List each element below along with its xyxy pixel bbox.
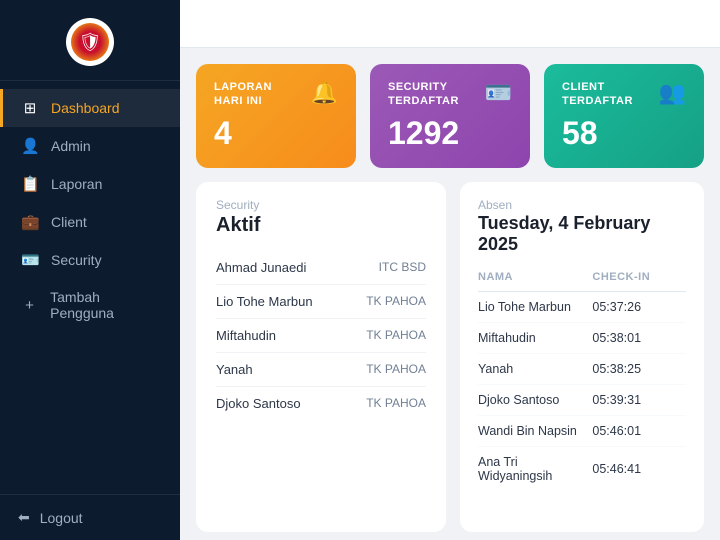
- security-location: ITC BSD: [379, 260, 426, 274]
- absen-table-row: Yanah 05:38:25: [478, 353, 686, 384]
- sidebar: 🛡 ⊞ Dashboard 👤 Admin 📋 Laporan 💼 Client…: [0, 0, 180, 540]
- stat-card-laporan: LAPORANHARI INI 🔔 4: [196, 64, 356, 168]
- sidebar-item-dashboard[interactable]: ⊞ Dashboard: [0, 89, 180, 127]
- tambah-pengguna-label: Tambah Pengguna: [50, 289, 162, 321]
- stat-cards: LAPORANHARI INI 🔔 4 SECURITYTERDAFTAR 🪪 …: [196, 64, 704, 168]
- security-name: Miftahudin: [216, 328, 276, 343]
- sidebar-footer: ⬅ Logout: [0, 494, 180, 540]
- content-area: LAPORANHARI INI 🔔 4 SECURITYTERDAFTAR 🪪 …: [180, 48, 720, 540]
- stat-card-header-security: SECURITYTERDAFTAR 🪪: [388, 80, 512, 109]
- absen-table-row: Lio Tohe Marbun 05:37:26: [478, 291, 686, 322]
- stat-card-label-laporan: LAPORANHARI INI: [214, 80, 272, 109]
- admin-label: Admin: [51, 138, 91, 154]
- security-name: Lio Tohe Marbun: [216, 294, 313, 309]
- absen-nama: Djoko Santoso: [478, 384, 592, 415]
- security-list-item: Djoko Santoso TK PAHOA: [216, 387, 426, 420]
- absen-table-row: Djoko Santoso 05:39:31: [478, 384, 686, 415]
- stat-card-label-client: CLIENTTERDAFTAR: [562, 80, 633, 109]
- security-name: Ahmad Junaedi: [216, 260, 306, 275]
- stat-card-security: SECURITYTERDAFTAR 🪪 1292: [370, 64, 530, 168]
- sidebar-item-admin[interactable]: 👤 Admin: [0, 127, 180, 165]
- col-nama-header: NAMA: [478, 267, 592, 292]
- stat-card-value-client: 58: [562, 115, 686, 152]
- client-icon: 💼: [21, 213, 39, 231]
- absen-checkin: 05:38:01: [592, 322, 686, 353]
- absen-date: Tuesday, 4 February 2025: [478, 213, 686, 255]
- sidebar-logo: 🛡: [0, 0, 180, 81]
- stat-card-header-client: CLIENTTERDAFTAR 👥: [562, 80, 686, 109]
- security-list: Ahmad Junaedi ITC BSD Lio Tohe Marbun TK…: [216, 251, 426, 420]
- logout-button[interactable]: ⬅ Logout: [18, 509, 162, 526]
- stat-card-value-security: 1292: [388, 115, 512, 152]
- admin-icon: 👤: [21, 137, 39, 155]
- stat-card-icon-security: 🪪: [485, 80, 512, 106]
- security-list-item: Ahmad Junaedi ITC BSD: [216, 251, 426, 285]
- security-panel: Security Aktif Ahmad Junaedi ITC BSD Lio…: [196, 182, 446, 532]
- absen-checkin: 05:46:41: [592, 446, 686, 491]
- absen-table-row: Wandi Bin Napsin 05:46:01: [478, 415, 686, 446]
- tambah-pengguna-icon: +: [21, 297, 38, 314]
- bottom-section: Security Aktif Ahmad Junaedi ITC BSD Lio…: [196, 182, 704, 532]
- security-name: Djoko Santoso: [216, 396, 301, 411]
- client-label: Client: [51, 214, 87, 230]
- absen-table-body: Lio Tohe Marbun 05:37:26 Miftahudin 05:3…: [478, 291, 686, 491]
- absen-checkin: 05:37:26: [592, 291, 686, 322]
- security-list-item: Miftahudin TK PAHOA: [216, 319, 426, 353]
- security-icon: 🪪: [21, 251, 39, 269]
- stat-card-label-security: SECURITYTERDAFTAR: [388, 80, 459, 109]
- absen-nama: Lio Tohe Marbun: [478, 291, 592, 322]
- dashboard-icon: ⊞: [21, 99, 39, 117]
- security-label: Security: [51, 252, 102, 268]
- logo-image: 🛡: [71, 23, 109, 61]
- sidebar-item-laporan[interactable]: 📋 Laporan: [0, 165, 180, 203]
- stat-card-icon-client: 👥: [659, 80, 686, 106]
- absen-checkin: 05:46:01: [592, 415, 686, 446]
- absen-nama: Ana Tri Widyaningsih: [478, 446, 592, 491]
- security-location: TK PAHOA: [366, 396, 426, 410]
- absen-subtitle: Absen: [478, 198, 686, 212]
- stat-card-client: CLIENTTERDAFTAR 👥 58: [544, 64, 704, 168]
- absen-table: NAMA CHECK-IN Lio Tohe Marbun 05:37:26 M…: [478, 267, 686, 491]
- logout-icon: ⬅: [18, 509, 30, 526]
- laporan-label: Laporan: [51, 176, 102, 192]
- dashboard-label: Dashboard: [51, 100, 120, 116]
- stat-card-value-laporan: 4: [214, 115, 338, 152]
- absen-table-row: Miftahudin 05:38:01: [478, 322, 686, 353]
- absen-nama: Yanah: [478, 353, 592, 384]
- main-content: LAPORANHARI INI 🔔 4 SECURITYTERDAFTAR 🪪 …: [180, 0, 720, 540]
- absen-checkin: 05:38:25: [592, 353, 686, 384]
- security-location: TK PAHOA: [366, 328, 426, 342]
- col-checkin-header: CHECK-IN: [592, 267, 686, 292]
- security-location: TK PAHOA: [366, 294, 426, 308]
- security-panel-subtitle: Security: [216, 198, 426, 212]
- security-list-item: Yanah TK PAHOA: [216, 353, 426, 387]
- absen-nama: Wandi Bin Napsin: [478, 415, 592, 446]
- laporan-icon: 📋: [21, 175, 39, 193]
- security-panel-title: Aktif: [216, 214, 426, 237]
- absen-panel: Absen Tuesday, 4 February 2025 NAMA CHEC…: [460, 182, 704, 532]
- topbar: [180, 0, 720, 48]
- absen-checkin: 05:39:31: [592, 384, 686, 415]
- sidebar-item-tambah-pengguna[interactable]: + Tambah Pengguna: [0, 279, 180, 331]
- security-list-item: Lio Tohe Marbun TK PAHOA: [216, 285, 426, 319]
- absen-table-row: Ana Tri Widyaningsih 05:46:41: [478, 446, 686, 491]
- stat-card-icon-laporan: 🔔: [311, 80, 338, 106]
- sidebar-nav: ⊞ Dashboard 👤 Admin 📋 Laporan 💼 Client 🪪…: [0, 81, 180, 494]
- stat-card-header-laporan: LAPORANHARI INI 🔔: [214, 80, 338, 109]
- logo-circle: 🛡: [66, 18, 114, 66]
- security-location: TK PAHOA: [366, 362, 426, 376]
- sidebar-item-security[interactable]: 🪪 Security: [0, 241, 180, 279]
- sidebar-item-client[interactable]: 💼 Client: [0, 203, 180, 241]
- logout-label: Logout: [40, 510, 83, 526]
- absen-nama: Miftahudin: [478, 322, 592, 353]
- security-name: Yanah: [216, 362, 253, 377]
